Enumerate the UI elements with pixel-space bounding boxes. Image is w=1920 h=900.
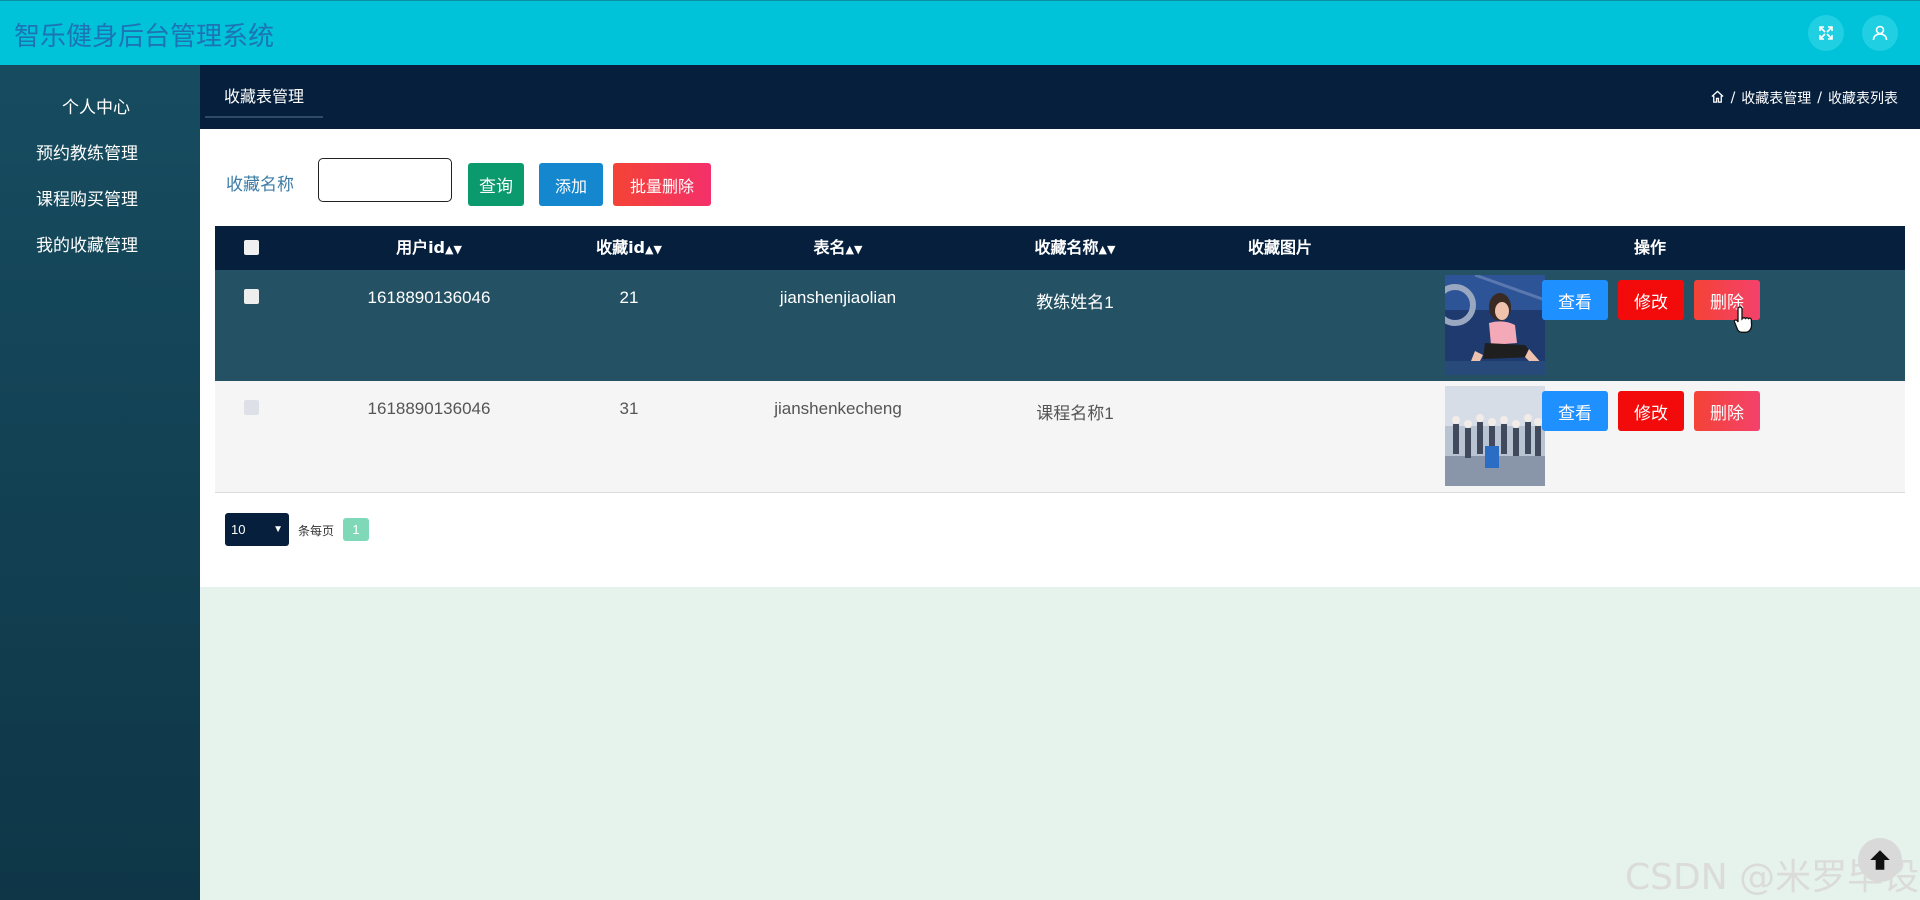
column-header-tablename[interactable]: 表名▲▼ — [814, 226, 863, 270]
app-title: 智乐健身后台管理系统 — [14, 22, 275, 52]
user-icon[interactable] — [1862, 15, 1898, 51]
page-size-select[interactable]: 10 ▼ — [225, 513, 289, 546]
search-label: 收藏名称 — [226, 175, 294, 195]
cell-refid: 21 — [619, 288, 639, 307]
sort-icon[interactable]: ▲▼ — [645, 243, 662, 256]
tab-favorites-management[interactable]: 收藏表管理 — [205, 84, 323, 118]
cell-tablename: jianshenjiaolian — [779, 288, 897, 307]
cell-name: 教练姓名1 — [1036, 293, 1114, 312]
chevron-down-icon: ▼ — [273, 524, 283, 535]
edit-button[interactable]: 修改 — [1618, 280, 1684, 320]
hand-cursor-icon — [1733, 305, 1755, 335]
column-label: 收藏id — [596, 238, 646, 257]
breadcrumb: / 收藏表管理 / 收藏表列表 — [1710, 88, 1898, 108]
page-size-value: 10 — [231, 522, 246, 537]
column-header-actions: 操作 — [1633, 238, 1667, 257]
table-header: 用户id▲▼ 收藏id▲▼ 表名▲▼ 收藏名称▲▼ 收藏图片 操作 — [215, 226, 1905, 270]
header-strip — [200, 65, 1920, 129]
favorite-image[interactable] — [1445, 386, 1545, 486]
home-icon[interactable] — [1710, 89, 1725, 108]
breadcrumb-separator: / — [1817, 90, 1822, 106]
sidebar-item-label: 个人中心 — [62, 98, 130, 118]
cell-name: 课程名称1 — [1036, 404, 1114, 423]
column-label: 收藏名称 — [1034, 238, 1099, 257]
delete-button[interactable]: 删除 — [1694, 391, 1760, 431]
table-row: 1618890136046 31 jianshenkecheng 课程名称1 查… — [215, 381, 1905, 493]
arrow-up-icon — [1870, 850, 1890, 870]
search-input[interactable] — [318, 158, 452, 202]
fullscreen-icon[interactable] — [1808, 15, 1844, 51]
sidebar-item-label: 预约教练管理 — [36, 144, 138, 164]
sort-icon[interactable]: ▲▼ — [1099, 243, 1116, 256]
back-to-top-button[interactable] — [1858, 838, 1902, 882]
view-button[interactable]: 查看 — [1542, 280, 1608, 320]
select-all-checkbox[interactable] — [244, 240, 259, 255]
batch-delete-button[interactable]: 批量删除 — [613, 163, 711, 206]
sidebar-item-coach-booking[interactable]: 预约教练管理 — [0, 134, 200, 174]
cell-userid: 1618890136046 — [367, 288, 491, 307]
row-checkbox[interactable] — [244, 289, 259, 304]
column-label: 用户id — [396, 238, 446, 257]
breadcrumb-item: 收藏表列表 — [1828, 91, 1898, 107]
column-header-image: 收藏图片 — [1247, 238, 1313, 257]
column-header-userid[interactable]: 用户id▲▼ — [396, 226, 462, 270]
query-button[interactable]: 查询 — [468, 163, 524, 206]
sidebar-item-course-purchase[interactable]: 课程购买管理 — [0, 180, 200, 220]
column-label: 表名 — [813, 238, 846, 257]
favorite-image[interactable] — [1445, 275, 1545, 375]
breadcrumb-item[interactable]: 收藏表管理 — [1741, 88, 1811, 108]
sidebar-item-personal-center[interactable]: 个人中心 — [0, 88, 200, 128]
sidebar-item-label: 课程购买管理 — [36, 190, 138, 210]
column-header-refid[interactable]: 收藏id▲▼ — [596, 226, 662, 270]
row-checkbox[interactable] — [244, 400, 259, 415]
table-row: 1618890136046 21 jianshenjiaolian 教练姓名1 … — [215, 270, 1905, 381]
cell-tablename: jianshenkecheng — [774, 399, 902, 418]
cell-refid: 31 — [619, 399, 639, 418]
sidebar: 个人中心 预约教练管理 课程购买管理 我的收藏管理 — [0, 65, 200, 900]
view-button[interactable]: 查看 — [1542, 391, 1608, 431]
sidebar-item-label: 我的收藏管理 — [36, 236, 138, 256]
column-header-name[interactable]: 收藏名称▲▼ — [1035, 226, 1116, 270]
per-page-label: 条每页 — [298, 524, 335, 538]
sort-icon[interactable]: ▲▼ — [846, 243, 863, 256]
sort-icon[interactable]: ▲▼ — [445, 243, 462, 256]
cell-userid: 1618890136046 — [367, 399, 491, 418]
top-bar: 智乐健身后台管理系统 — [0, 0, 1920, 65]
add-button[interactable]: 添加 — [539, 163, 603, 206]
sidebar-item-my-favorites[interactable]: 我的收藏管理 — [0, 226, 200, 266]
page-number-current[interactable]: 1 — [343, 518, 369, 541]
breadcrumb-separator: / — [1730, 90, 1736, 106]
edit-button[interactable]: 修改 — [1618, 391, 1684, 431]
